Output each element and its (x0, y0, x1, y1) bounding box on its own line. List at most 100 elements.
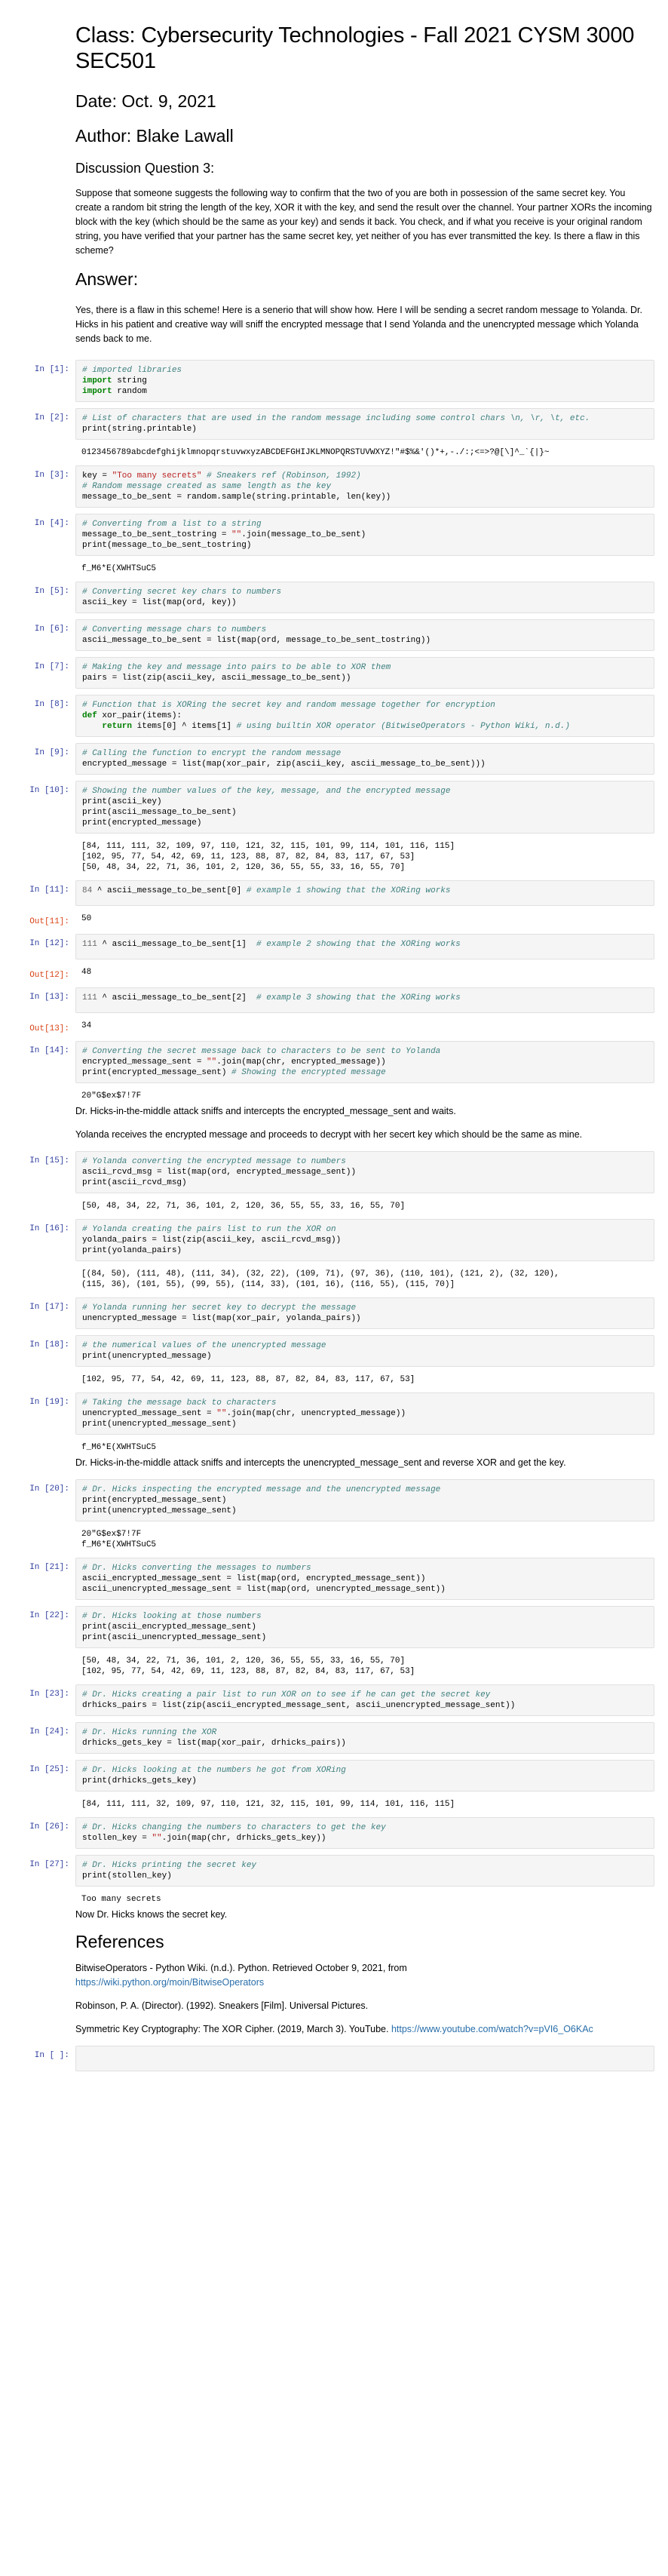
input-prompt: In [19]: (29, 1398, 69, 1407)
code-comment: # Showing the number values of the key, … (82, 787, 451, 796)
code-line: message_to_be_sent_tostring = (82, 530, 232, 539)
code-cell: In [14]: # Converting the secret message… (11, 1041, 654, 1083)
code-input[interactable]: # the numerical values of the unencrypte… (75, 1335, 654, 1367)
code-line: .join(message_to_be_sent) (241, 530, 366, 539)
code-keyword: import (82, 387, 112, 396)
markdown-text: Now Dr. Hicks knows the secret key. (75, 1909, 228, 1920)
code-input[interactable]: 111 ^ ascii_message_to_be_sent[1] # exam… (75, 934, 654, 959)
author-heading: Author: Blake Lawall (75, 126, 234, 146)
code-input[interactable]: # Calling the function to encrypt the ra… (75, 743, 654, 775)
code-comment: # Converting the secret message back to … (82, 1047, 441, 1056)
code-input[interactable]: # imported libraries import string impor… (75, 360, 654, 402)
reference-item: Robinson, P. A. (Director). (1992). Snea… (75, 2000, 369, 2011)
input-prompt: In [13]: (29, 993, 69, 1002)
stream-output: Too many secrets (81, 1895, 161, 1904)
reference-link[interactable]: https://www.youtube.com/watch?v=pVI6_O6K… (391, 2024, 593, 2034)
output-prompt: Out[11]: (29, 917, 69, 926)
output-area: 0123456789abcdefghijklmnopqrstuvwxyzABCD… (11, 446, 654, 459)
code-input[interactable]: 111 ^ ascii_message_to_be_sent[2] # exam… (75, 987, 654, 1013)
code-input[interactable]: # Dr. Hicks creating a pair list to run … (75, 1684, 654, 1716)
code-input[interactable]: key = "Too many secrets" # Sneakers ref … (75, 465, 654, 508)
code-input[interactable]: # Yolanda creating the pairs list to run… (75, 1219, 654, 1261)
code-comment: # Dr. Hicks inspecting the encrypted mes… (82, 1485, 441, 1494)
input-prompt: In [5]: (34, 587, 69, 596)
input-prompt: In [2]: (34, 413, 69, 422)
code-input[interactable]: # Dr. Hicks printing the secret key prin… (75, 1855, 654, 1887)
input-prompt: In [18]: (29, 1340, 69, 1349)
input-prompt: In [7]: (34, 662, 69, 671)
code-input[interactable]: # Converting from a list to a string mes… (75, 514, 654, 556)
page-title: Class: Cybersecurity Technologies - Fall… (75, 23, 635, 73)
code-line: xor_pair(items): (97, 711, 182, 720)
code-comment: # Dr. Hicks changing the numbers to char… (82, 1823, 386, 1832)
code-input[interactable]: # Converting message chars to numbers as… (75, 619, 654, 651)
stream-output: f_M6*E(XWHTSuC5 (81, 1443, 157, 1452)
discussion-heading: Discussion Question 3: (75, 161, 215, 176)
output-prompt: Out[13]: (29, 1024, 69, 1033)
code-input[interactable]: # Converting the secret message back to … (75, 1041, 654, 1083)
code-input[interactable]: # Yolanda running her secret key to decr… (75, 1297, 654, 1329)
code-line: .join(map(chr, encrypted_message)) (216, 1058, 386, 1067)
markdown-cell: Dr. Hicks-in-the-middle attack sniffs an… (75, 1104, 653, 1142)
code-input[interactable]: # Dr. Hicks looking at those numbers pri… (75, 1606, 654, 1648)
code-line: ^ ascii_message_to_be_sent[1] (97, 940, 247, 949)
code-input[interactable]: # Function that is XORing the secret key… (75, 695, 654, 737)
code-number: 111 (82, 940, 97, 949)
code-comment: # Converting from a list to a string (82, 520, 262, 529)
code-input[interactable]: # Dr. Hicks inspecting the encrypted mes… (75, 1479, 654, 1521)
code-line: ascii_unencrypted_message_sent = list(ma… (82, 1585, 446, 1594)
output-area: [50, 48, 34, 22, 71, 36, 101, 2, 120, 36… (11, 1654, 654, 1678)
code-input[interactable]: # Dr. Hicks changing the numbers to char… (75, 1817, 654, 1849)
output-area: Out[13]: 34 (11, 1019, 654, 1035)
code-line: encrypted_message_sent = (82, 1058, 207, 1067)
code-cell: In [24]: # Dr. Hicks running the XOR drh… (11, 1722, 654, 1754)
code-line: ascii_encrypted_message_sent = list(map(… (82, 1574, 426, 1583)
code-cell: In [20]: # Dr. Hicks inspecting the encr… (11, 1479, 654, 1521)
code-line: print(encrypted_message) (82, 818, 202, 827)
code-comment: # Converting message chars to numbers (82, 625, 267, 634)
code-cell: In [4]: # Converting from a list to a st… (11, 514, 654, 556)
references-section: References BitwiseOperators - Python Wik… (75, 1931, 653, 2037)
code-input[interactable]: # Yolanda converting the encrypted messa… (75, 1151, 654, 1193)
code-input[interactable]: # Converting secret key chars to numbers… (75, 582, 654, 613)
input-prompt: In [11]: (29, 886, 69, 895)
code-line: ascii_message_to_be_sent = list(map(ord,… (82, 636, 431, 645)
empty-code-input[interactable] (75, 2046, 654, 2071)
code-comment: # Dr. Hicks creating a pair list to run … (82, 1690, 491, 1699)
code-line: unencrypted_message_sent = (82, 1409, 217, 1418)
input-prompt: In [21]: (29, 1563, 69, 1572)
input-prompt: In [6]: (34, 625, 69, 634)
code-input[interactable]: # List of characters that are used in th… (75, 408, 654, 440)
input-prompt: In [4]: (34, 519, 69, 528)
reference-link[interactable]: https://wiki.python.org/moin/BitwiseOper… (75, 1977, 264, 1988)
code-line: encrypted_message = list(map(xor_pair, z… (82, 760, 486, 769)
output-prompt: Out[12]: (29, 971, 69, 980)
result-output: 50 (81, 914, 92, 923)
code-input[interactable]: # Showing the number values of the key, … (75, 781, 654, 834)
code-comment: # example 2 showing that the XORing work… (246, 940, 461, 949)
input-prompt: In [12]: (29, 939, 69, 948)
code-line: random (112, 387, 147, 396)
code-input[interactable]: # Dr. Hicks running the XOR drhicks_gets… (75, 1722, 654, 1754)
code-input[interactable]: # Making the key and message into pairs … (75, 657, 654, 689)
code-comment: # Dr. Hicks running the XOR (82, 1728, 217, 1737)
code-line: ^ ascii_message_to_be_sent[2] (97, 993, 247, 1002)
code-line: message_to_be_sent = random.sample(strin… (82, 493, 391, 502)
code-input[interactable]: # Taking the message back to characters … (75, 1392, 654, 1435)
code-cell: In [27]: # Dr. Hicks printing the secret… (11, 1855, 654, 1887)
code-line: print(encrypted_message_sent) (82, 1496, 227, 1505)
input-prompt: In [10]: (29, 786, 69, 795)
input-prompt: In [17]: (29, 1303, 69, 1312)
code-comment: # Calling the function to encrypt the ra… (82, 749, 342, 758)
input-prompt: In [1]: (34, 365, 69, 374)
code-cell: In [25]: # Dr. Hicks looking at the numb… (11, 1760, 654, 1792)
input-prompt: In [27]: (29, 1860, 69, 1869)
code-input[interactable]: 84 ^ ascii_message_to_be_sent[0] # examp… (75, 880, 654, 906)
input-prompt: In [26]: (29, 1822, 69, 1831)
input-prompt: In [16]: (29, 1224, 69, 1233)
code-line: unencrypted_message = list(map(xor_pair,… (82, 1314, 361, 1323)
output-area: [(84, 50), (111, 48), (111, 34), (32, 22… (11, 1267, 654, 1291)
code-input[interactable]: # Dr. Hicks converting the messages to n… (75, 1558, 654, 1600)
answer-text: Yes, there is a flaw in this scheme! Her… (75, 305, 643, 344)
code-input[interactable]: # Dr. Hicks looking at the numbers he go… (75, 1760, 654, 1792)
